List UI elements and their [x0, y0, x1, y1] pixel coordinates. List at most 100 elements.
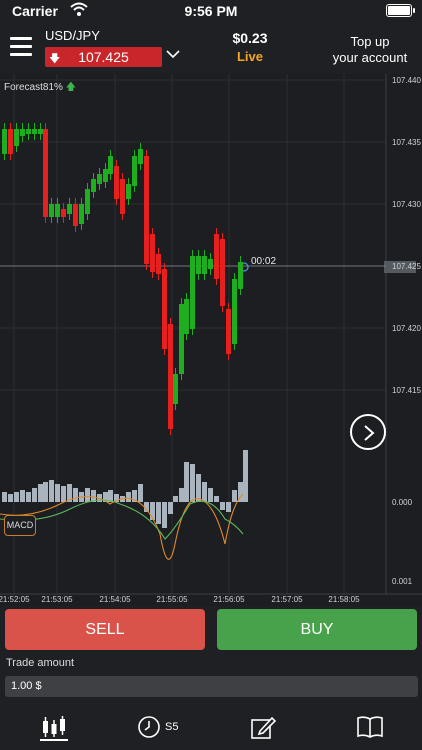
- clock-time: 9:56 PM: [184, 3, 238, 19]
- candle-body: [67, 204, 72, 214]
- candle-body: [79, 204, 84, 224]
- time-tick-label: 21:55:05: [156, 595, 188, 604]
- macd-indicator-label[interactable]: MACD: [4, 515, 36, 536]
- chevron-down-icon[interactable]: [165, 46, 181, 62]
- time-tick-label: 21:57:05: [271, 595, 303, 604]
- tab-guide[interactable]: [356, 715, 384, 741]
- macd-histogram-bar: [85, 488, 90, 502]
- candle-body: [226, 309, 231, 354]
- expiry-value: S5: [165, 721, 179, 733]
- tab-chart[interactable]: [40, 715, 68, 741]
- candle-body: [85, 189, 90, 214]
- macd-histogram-bar: [8, 494, 13, 502]
- asset-pair-name[interactable]: USD/JPY: [45, 28, 100, 43]
- top-up-line1: Top up: [350, 34, 390, 49]
- candle-body: [14, 129, 19, 146]
- candle-body: [132, 156, 137, 186]
- account-mode[interactable]: Live: [200, 49, 300, 64]
- status-bar: Carrier 9:56 PM: [0, 0, 422, 22]
- candle-body: [43, 129, 48, 217]
- candle-body: [114, 166, 119, 199]
- tab-expiry[interactable]: S5: [137, 715, 187, 741]
- candle-body: [108, 156, 113, 174]
- price-tick-label: 107.435: [392, 138, 421, 147]
- macd-histogram-bar: [190, 464, 195, 502]
- candle-body: [61, 209, 66, 217]
- candle-body: [20, 129, 25, 136]
- candle-body: [162, 269, 167, 349]
- macd-histogram-bar: [14, 492, 19, 502]
- candle-body: [55, 204, 60, 217]
- candle-body: [126, 184, 131, 199]
- price-tick-label: 107.430: [392, 200, 421, 209]
- candle-body: [220, 239, 225, 306]
- macd-line: [0, 493, 244, 560]
- candle-body: [173, 374, 178, 404]
- macd-histogram-bar: [162, 502, 167, 528]
- clock-icon: [138, 716, 160, 738]
- time-tick-label: 21:56:05: [213, 595, 245, 604]
- top-up-line2: your account: [332, 50, 408, 65]
- macd-histogram-bar: [168, 502, 173, 514]
- macd-histogram-bar: [243, 450, 248, 502]
- candle-body: [26, 129, 31, 134]
- time-tick-label: 21:53:05: [41, 595, 73, 604]
- arrow-up-icon: 🡅: [65, 82, 76, 93]
- candle-body: [144, 156, 149, 264]
- candle-body: [168, 324, 173, 429]
- current-price-badge[interactable]: 🡇 107.425: [45, 47, 162, 67]
- candle-body: [91, 179, 96, 192]
- candle-body: [156, 254, 161, 274]
- top-header: USD/JPY 🡇 107.425 $0.23 Live Top up your…: [0, 22, 422, 74]
- candle-body: [184, 299, 189, 334]
- price-tick-label: 107.425: [392, 262, 421, 271]
- trade-amount-input[interactable]: 1.00 $: [5, 676, 418, 697]
- forecast-label: Forecast: [4, 82, 43, 93]
- price-tick-label: 107.440: [392, 76, 421, 85]
- book-icon: [357, 716, 383, 738]
- macd-histogram-bar: [43, 482, 48, 502]
- candle-body: [214, 234, 219, 279]
- candle-body: [97, 174, 102, 184]
- battery-icon: [386, 4, 412, 17]
- macd-histogram-bar: [126, 492, 131, 502]
- candle-body: [2, 129, 7, 154]
- hamburger-menu-icon[interactable]: [10, 37, 32, 56]
- macd-histogram-bar: [49, 480, 54, 502]
- macd-histogram-bar: [226, 502, 231, 512]
- time-tick-label: 21:52:05: [0, 595, 30, 604]
- price-tick-label: 107.415: [392, 386, 421, 395]
- macd-histogram-bar: [173, 496, 178, 502]
- macd-histogram-bar: [20, 490, 25, 502]
- edit-icon: [251, 716, 276, 739]
- top-up-button[interactable]: Top up your account: [326, 34, 414, 66]
- time-tick-label: 21:54:05: [99, 595, 131, 604]
- macd-tick-label: 0.001: [392, 577, 413, 586]
- candle-body: [150, 234, 155, 272]
- macd-histogram-bar: [184, 462, 189, 502]
- price-chart[interactable]: 107.440 107.435 107.430 107.425 107.420 107.4…: [0, 74, 422, 606]
- sell-button[interactable]: SELL: [5, 609, 205, 650]
- macd-histogram-bar: [202, 482, 207, 502]
- candle-body: [73, 204, 78, 226]
- macd-histogram-bar: [156, 502, 161, 524]
- macd-histogram-bar: [220, 502, 225, 510]
- next-arrow-button[interactable]: [350, 414, 386, 450]
- forecast-indicator: Forecast81% 🡅: [4, 80, 76, 97]
- candle-body: [208, 259, 213, 269]
- macd-histogram-bar: [38, 484, 43, 502]
- signal-line: [0, 499, 244, 540]
- candles-icon: [40, 716, 68, 741]
- buy-button[interactable]: BUY: [217, 609, 417, 650]
- bottom-tab-bar: S5: [0, 705, 422, 750]
- macd-histogram-bar: [32, 488, 37, 502]
- macd-histogram-bar: [214, 496, 219, 502]
- macd-histogram-bar: [208, 488, 213, 502]
- candle-body: [103, 169, 108, 182]
- current-price-value: 107.425: [78, 49, 129, 65]
- candlestick-chart[interactable]: 107.440 107.435 107.430 107.425 107.420 107.4…: [0, 74, 422, 606]
- macd-histogram-bar: [61, 486, 66, 502]
- macd-histogram-bar: [73, 488, 78, 502]
- macd-histogram-bar: [2, 492, 7, 502]
- tab-edit[interactable]: [250, 715, 276, 741]
